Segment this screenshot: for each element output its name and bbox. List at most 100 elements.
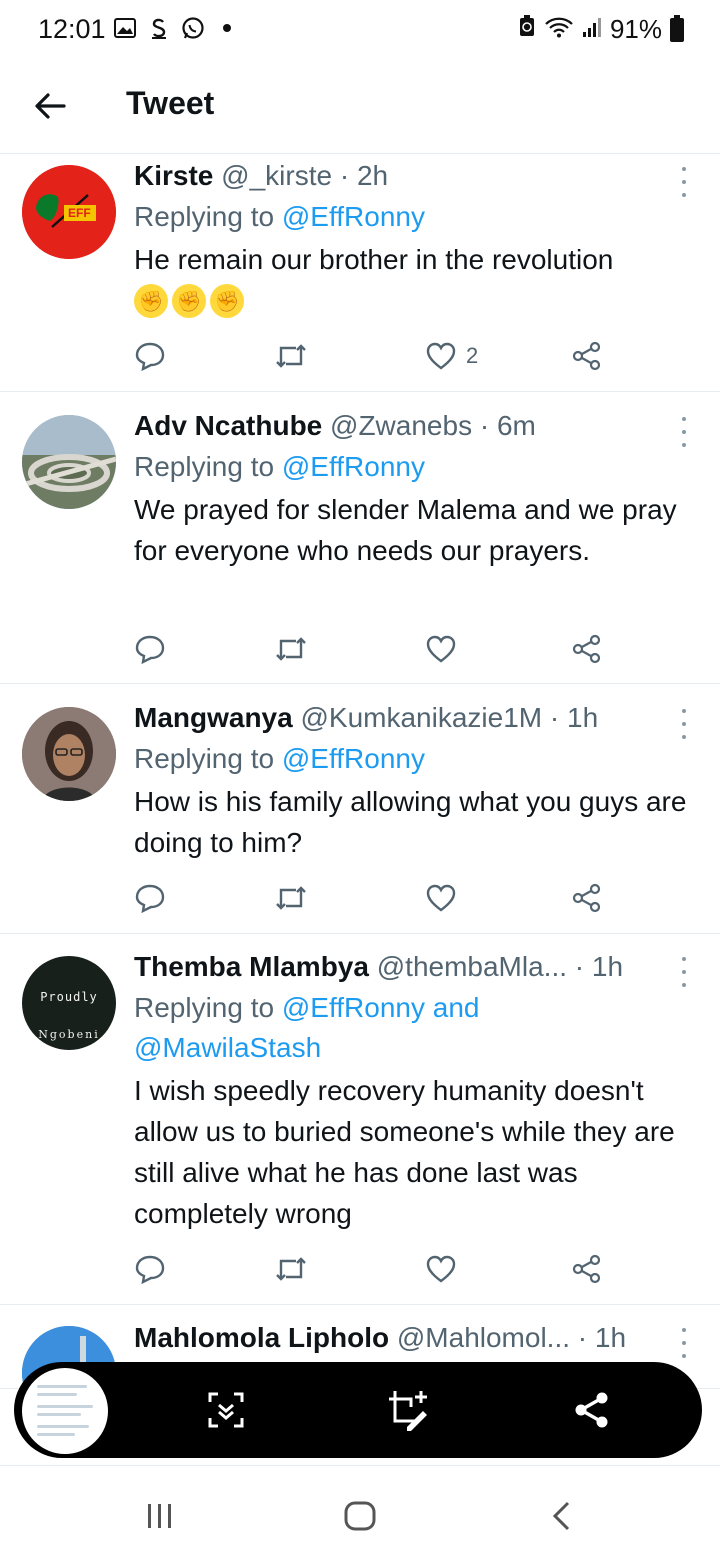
author-name[interactable]: Mahlomola Lipholo — [134, 1322, 389, 1353]
tweet-reply-kirste[interactable]: EFF Kirste @_kirste · 2h Replying to @Ef… — [0, 155, 720, 392]
author-name[interactable]: Kirste — [134, 160, 213, 191]
retweet-button[interactable] — [274, 629, 308, 669]
author-handle[interactable]: @Zwanebs — [330, 410, 472, 441]
tweet-time: · 1h — [549, 702, 599, 733]
avatar[interactable]: EFF — [22, 165, 116, 259]
tweet-time: · 2h — [339, 160, 389, 191]
heart-icon — [426, 884, 456, 912]
tweet-reply-thembamla[interactable]: Proudly Ngobeni Themba Mlambya @thembaMl… — [0, 935, 720, 1305]
share-screenshot-button[interactable] — [570, 1388, 614, 1432]
tweet-text: I wish speedly recovery humanity doesn't… — [134, 1075, 675, 1229]
more-options-icon[interactable] — [674, 167, 694, 197]
scroll-capture-icon — [208, 1392, 244, 1428]
replying-prefix: Replying to — [134, 201, 282, 232]
heart-icon — [426, 1255, 456, 1283]
retweet-button[interactable] — [274, 336, 308, 376]
edit-crop-button[interactable] — [386, 1388, 430, 1432]
recents-button[interactable] — [138, 1496, 182, 1536]
signal-icon — [582, 14, 602, 45]
author-handle[interactable]: @thembaMla... — [377, 951, 567, 982]
reply-button[interactable] — [134, 336, 166, 376]
more-options-icon[interactable] — [674, 417, 694, 447]
reply-icon — [135, 1255, 165, 1284]
tweet-reply-zwanebs[interactable]: Adv Ncathube @Zwanebs · 6m Replying to @… — [0, 393, 720, 684]
tweet-text: We prayed for slender Malema and we pray… — [134, 494, 677, 566]
like-button[interactable] — [426, 629, 456, 669]
arrow-left-icon — [35, 93, 66, 119]
author-name[interactable]: Themba Mlambya — [134, 951, 369, 982]
status-time: 12:01 — [38, 14, 106, 44]
share-button[interactable] — [572, 336, 602, 376]
replying-to: Replying to @EffRonny — [134, 739, 690, 779]
reply-mention-link[interactable]: @EffRonny — [282, 451, 425, 482]
more-options-icon[interactable] — [674, 1328, 694, 1358]
avatar[interactable]: Proudly Ngobeni — [22, 956, 116, 1050]
avatar-text-bottom: Ngobeni — [38, 1028, 100, 1041]
tweet-header: Mahlomola Lipholo @Mahlomol... · 1h — [134, 1321, 690, 1355]
battery-text: 91% — [609, 14, 662, 44]
share-icon — [572, 1254, 601, 1284]
status-bar: 12:01 91% — [0, 0, 720, 58]
whatsapp-icon — [181, 16, 205, 40]
replying-prefix: Replying to — [134, 451, 282, 482]
avatar[interactable] — [22, 707, 116, 801]
share-icon — [575, 1392, 608, 1428]
reply-icon — [135, 884, 165, 913]
home-button[interactable] — [338, 1496, 382, 1536]
reply-button[interactable] — [134, 878, 166, 918]
retweet-icon — [276, 637, 306, 661]
share-button[interactable] — [572, 878, 602, 918]
scroll-capture-button[interactable] — [204, 1388, 248, 1432]
tweet-reply-kumkanikazie[interactable]: Mangwanya @Kumkanikazie1M · 1h Replying … — [0, 685, 720, 934]
tweet-header: Mangwanya @Kumkanikazie1M · 1h — [134, 701, 690, 735]
nav-back-button[interactable] — [540, 1496, 584, 1536]
tweet-actions — [134, 878, 614, 918]
home-icon — [344, 1501, 376, 1531]
tweet-actions: 2 — [134, 336, 614, 376]
dot-icon — [215, 16, 239, 40]
tweet-header: Adv Ncathube @Zwanebs · 6m — [134, 409, 690, 443]
highway-photo — [22, 415, 116, 509]
like-button[interactable] — [426, 1249, 456, 1289]
reply-mention-link[interactable]: @EffRonny — [282, 743, 425, 774]
replying-to: Replying to @EffRonny and @MawilaStash — [134, 988, 690, 1068]
tweet-header: Themba Mlambya @thembaMla... · 1h — [134, 950, 690, 984]
screenshot-thumbnail[interactable] — [22, 1368, 108, 1454]
tweet-time: · 6m — [479, 410, 536, 441]
reply-button[interactable] — [134, 1249, 166, 1289]
author-handle[interactable]: @Mahlomol... — [397, 1322, 570, 1353]
wifi-icon — [544, 14, 574, 45]
back-button[interactable] — [30, 86, 70, 126]
retweet-button[interactable] — [274, 1249, 308, 1289]
emoji-row: ✊ ✊ ✊ — [134, 284, 690, 318]
avatar[interactable] — [22, 415, 116, 509]
raised-fist-emoji: ✊ — [134, 284, 168, 318]
tweet-actions — [134, 1249, 614, 1289]
top-app-bar: Tweet — [0, 58, 720, 154]
more-options-icon[interactable] — [674, 957, 694, 987]
author-handle[interactable]: @Kumkanikazie1M — [300, 702, 542, 733]
author-handle[interactable]: @_kirste — [221, 160, 332, 191]
reply-mention-link[interactable]: @EffRonny — [282, 201, 425, 232]
avatar-text-top: Proudly — [40, 990, 98, 1004]
reply-button[interactable] — [134, 629, 166, 669]
share-button[interactable] — [572, 1249, 602, 1289]
share-icon — [572, 341, 601, 371]
back-icon — [552, 1501, 570, 1531]
status-right: 91% — [518, 14, 684, 45]
author-name[interactable]: Adv Ncathube — [134, 410, 322, 441]
share-icon — [572, 634, 601, 664]
like-button[interactable] — [426, 878, 456, 918]
author-name[interactable]: Mangwanya — [134, 702, 293, 733]
heart-icon — [426, 342, 456, 370]
retweet-button[interactable] — [274, 878, 308, 918]
page-title: Tweet — [126, 85, 215, 121]
more-options-icon[interactable] — [674, 709, 694, 739]
retweet-icon — [276, 886, 306, 910]
battery-icon — [670, 14, 684, 42]
like-button[interactable]: 2 — [426, 336, 478, 376]
battery-saver-icon — [518, 14, 536, 45]
status-left-icons — [113, 16, 239, 40]
share-button[interactable] — [572, 629, 602, 669]
screenshot-toolbar — [14, 1362, 702, 1458]
